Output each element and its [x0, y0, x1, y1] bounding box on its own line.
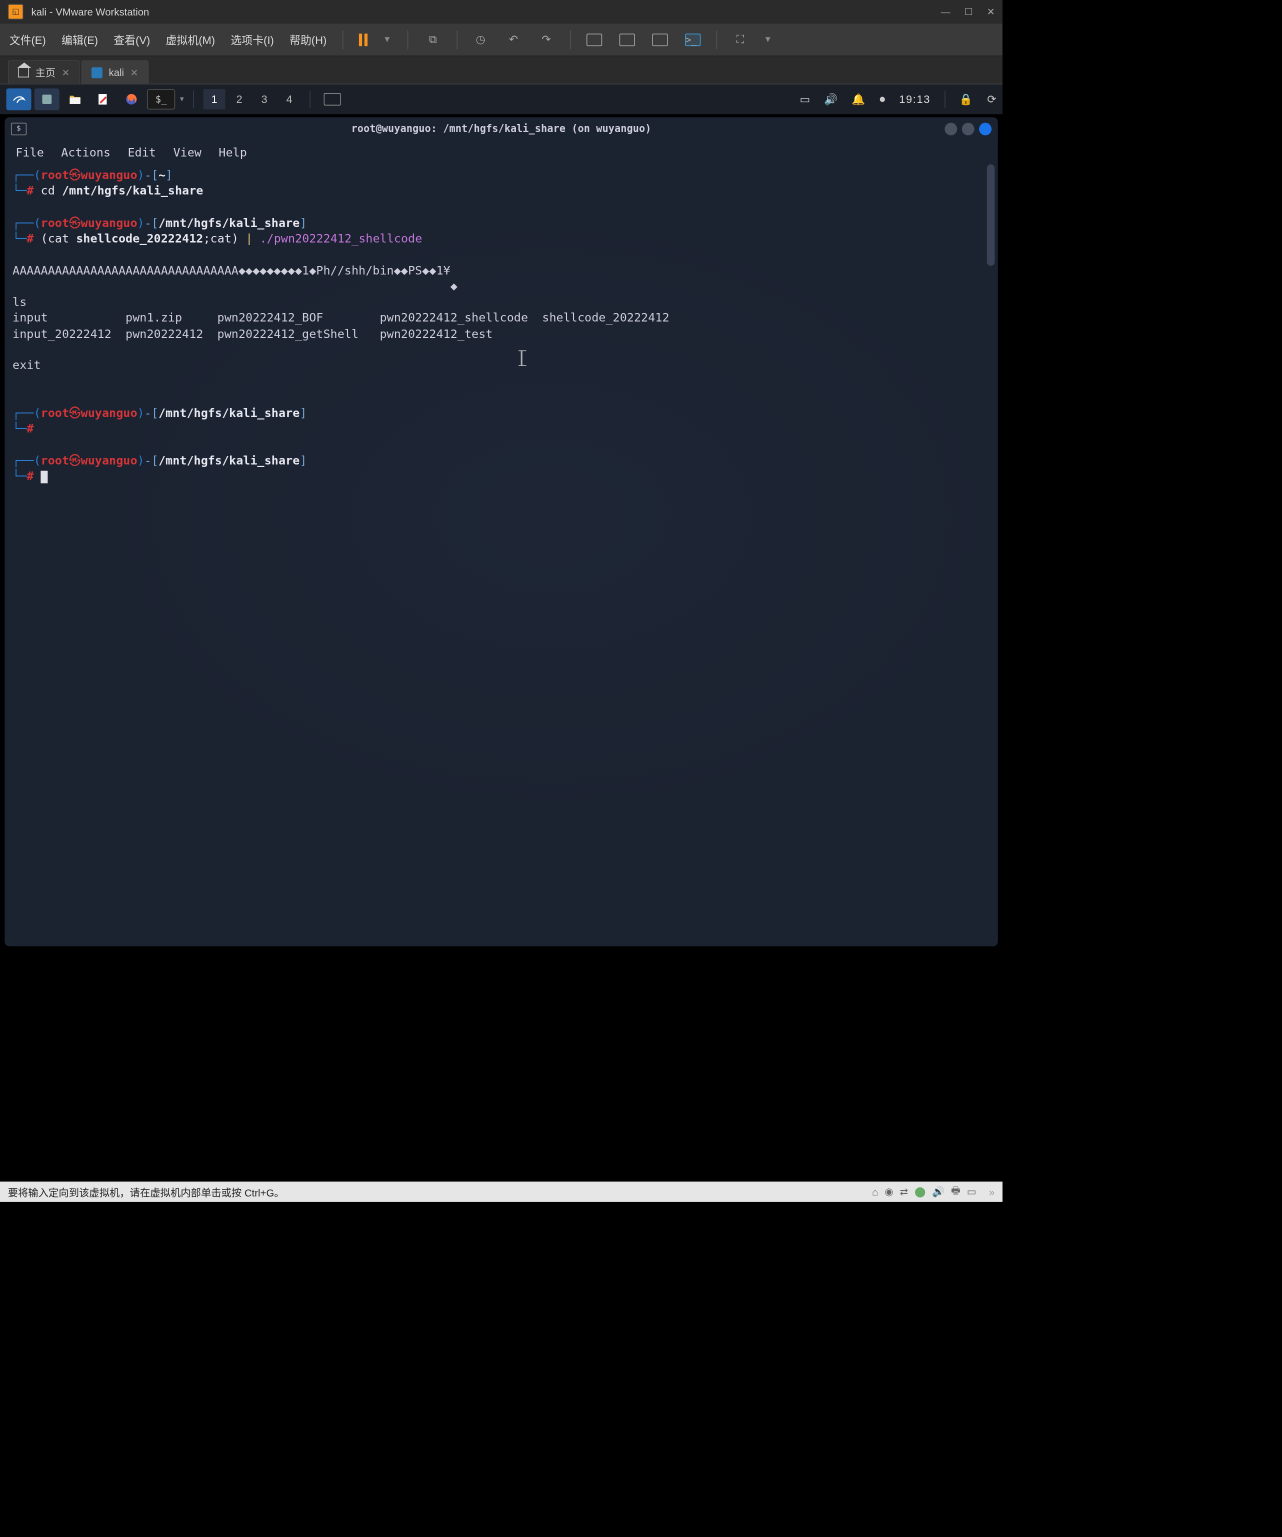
- tab-bar: 主页 ✕ kali ✕: [0, 56, 1003, 84]
- kali-top-panel: $_ ▾ 1 2 3 4 ▭ 🔊 🔔 ⏺ 19:13 🔒 ⟳: [0, 84, 1003, 114]
- workspace-4[interactable]: 4: [278, 89, 300, 109]
- terminal-title: root@wuyanguo: /mnt/hgfs/kali_share (on …: [351, 123, 651, 135]
- device-usb-icon[interactable]: ⬤: [915, 1186, 926, 1199]
- console-icon[interactable]: >_: [683, 32, 702, 48]
- lock-icon[interactable]: 🔒: [959, 93, 973, 106]
- volume-icon[interactable]: 🔊: [824, 93, 838, 106]
- files-icon[interactable]: [63, 88, 88, 110]
- status-text: 要将输入定向到该虚拟机，请在虚拟机内部单击或按 Ctrl+G。: [8, 1184, 284, 1199]
- dropdown-icon[interactable]: ▼: [764, 35, 773, 44]
- minimize-button[interactable]: —: [941, 6, 950, 17]
- menu-help[interactable]: 帮助(H): [290, 32, 327, 48]
- view-1-icon[interactable]: [585, 32, 604, 48]
- scrollbar[interactable]: [987, 164, 996, 946]
- snapshot-revert-icon[interactable]: ↶: [504, 32, 523, 48]
- workspace-1[interactable]: 1: [203, 89, 225, 109]
- close-button[interactable]: ✕: [987, 6, 995, 17]
- dropdown-icon[interactable]: ▼: [383, 35, 392, 44]
- term-menu-view[interactable]: View: [173, 145, 201, 159]
- terminal-titlebar[interactable]: $ root@wuyanguo: /mnt/hgfs/kali_share (o…: [5, 117, 998, 140]
- payload-extra: ◆: [13, 278, 991, 294]
- menu-view[interactable]: 查看(V): [114, 32, 150, 48]
- maximize-button[interactable]: ☐: [964, 6, 972, 17]
- home-icon: [18, 68, 29, 77]
- term-menu-edit[interactable]: Edit: [128, 145, 156, 159]
- vmware-menubar: 文件(E) 编辑(E) 查看(V) 虚拟机(M) 选项卡(I) 帮助(H) ▼ …: [0, 23, 1003, 56]
- fullscreen-icon[interactable]: ⛶: [731, 32, 750, 48]
- terminal-menubar: File Actions Edit View Help: [5, 141, 998, 164]
- ls-cmd: ls: [13, 294, 991, 310]
- text-editor-icon[interactable]: [91, 88, 116, 110]
- snapshot-icon[interactable]: ⧉: [424, 32, 443, 48]
- power-icon[interactable]: ⟳: [987, 93, 996, 106]
- tab-kali-label: kali: [109, 66, 124, 78]
- payload-output: AAAAAAAAAAAAAAAAAAAAAAAAAAAAAAAA◆◆◆◆◆◆◆◆…: [13, 262, 991, 278]
- vmware-statusbar: 要将输入定向到该虚拟机，请在虚拟机内部单击或按 Ctrl+G。 ⌂ ◉ ⇄ ⬤ …: [0, 1182, 1003, 1202]
- term-menu-actions[interactable]: Actions: [61, 145, 110, 159]
- activities-icon[interactable]: [34, 88, 59, 110]
- snapshot-manage-icon[interactable]: ↷: [537, 32, 556, 48]
- close-icon[interactable]: ✕: [62, 67, 70, 78]
- display-icon[interactable]: ▭: [800, 93, 810, 106]
- maximize-circle[interactable]: [962, 123, 975, 136]
- term-menu-help[interactable]: Help: [219, 145, 247, 159]
- snapshot-take-icon[interactable]: ◷: [471, 32, 490, 48]
- menu-vm[interactable]: 虚拟机(M): [166, 32, 215, 48]
- terminal-window: $ root@wuyanguo: /mnt/hgfs/kali_share (o…: [5, 117, 998, 946]
- exit-cmd: exit: [13, 357, 991, 373]
- window-list-icon[interactable]: [320, 88, 345, 110]
- term-menu-file[interactable]: File: [16, 145, 44, 159]
- kali-tab-icon: [92, 67, 103, 78]
- minimize-circle[interactable]: [945, 123, 958, 136]
- close-icon[interactable]: ✕: [130, 67, 138, 78]
- terminal-body[interactable]: ┌──(root㉿wuyanguo)-[~] └─# cd /mnt/hgfs/…: [5, 164, 998, 946]
- view-3-icon[interactable]: [650, 32, 669, 48]
- clock[interactable]: 19:13: [899, 93, 930, 106]
- chevron-down-icon[interactable]: ▾: [180, 95, 184, 104]
- tab-home[interactable]: 主页 ✕: [8, 60, 80, 83]
- device-sound-icon[interactable]: 🔊: [932, 1186, 945, 1199]
- device-disk-icon[interactable]: ⌂: [872, 1186, 878, 1198]
- tab-home-label: 主页: [35, 65, 55, 80]
- kali-menu-icon[interactable]: [6, 88, 31, 110]
- terminal-launcher-icon[interactable]: $_: [147, 89, 175, 109]
- ls-row: input_20222412 pwn20222412 pwn20222412_g…: [13, 326, 991, 342]
- device-display-icon[interactable]: ▭: [967, 1186, 977, 1199]
- ls-row: input pwn1.zip pwn20222412_BOF pwn202224…: [13, 310, 991, 326]
- close-circle[interactable]: [979, 123, 992, 136]
- record-icon[interactable]: ⏺: [880, 93, 885, 106]
- tab-kali[interactable]: kali ✕: [81, 60, 148, 83]
- vmware-titlebar: ◱ kali - VMware Workstation — ☐ ✕: [0, 0, 1003, 23]
- device-printer-icon[interactable]: 🖶: [951, 1183, 961, 1200]
- device-cd-icon[interactable]: ◉: [885, 1186, 894, 1199]
- bell-icon[interactable]: 🔔: [852, 93, 866, 106]
- menu-tabs[interactable]: 选项卡(I): [231, 32, 274, 48]
- vmware-logo-icon: ◱: [8, 4, 24, 20]
- block-cursor: [41, 471, 48, 484]
- device-net-icon[interactable]: ⇄: [900, 1186, 909, 1199]
- terminal-icon: $: [11, 123, 27, 136]
- text-cursor-icon: [521, 350, 523, 366]
- menu-edit[interactable]: 编辑(E): [62, 32, 98, 48]
- workspace-3[interactable]: 3: [253, 89, 275, 109]
- window-title: kali - VMware Workstation: [31, 6, 149, 18]
- menu-file[interactable]: 文件(E): [9, 32, 45, 48]
- pause-icon[interactable]: [359, 33, 368, 46]
- view-2-icon[interactable]: [617, 32, 636, 48]
- workspace-2[interactable]: 2: [228, 89, 250, 109]
- firefox-icon[interactable]: [119, 88, 144, 110]
